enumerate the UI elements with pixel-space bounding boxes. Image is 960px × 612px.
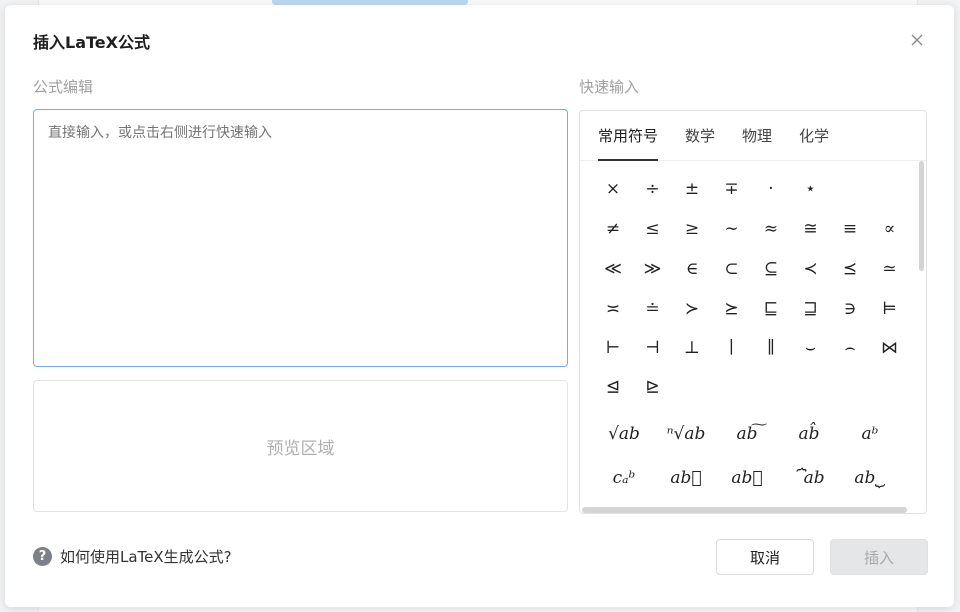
tab-common-symbols[interactable]: 常用符号 <box>598 125 659 161</box>
help-text: 如何使用LaTeX生成公式? <box>60 548 232 566</box>
symbol-tabs: 常用符号 数学 物理 化学 <box>580 111 926 161</box>
template-button[interactable]: ab̂ <box>781 416 837 452</box>
symbol-button[interactable]: ≫ <box>635 254 671 284</box>
symbol-button[interactable]: ± <box>674 174 710 204</box>
editor-label: 公式编辑 <box>33 78 94 96</box>
dialog-title: 插入LaTeX公式 <box>33 33 150 52</box>
symbol-button[interactable]: ⊵ <box>635 372 671 402</box>
tab-physics[interactable]: 物理 <box>742 125 772 161</box>
symbol-button[interactable]: ≥ <box>674 214 710 244</box>
symbol-button[interactable]: ≠ <box>595 214 631 244</box>
close-icon[interactable] <box>908 31 926 49</box>
latex-dialog: 插入LaTeX公式 公式编辑 预览区域 快速输入 常用符号 数学 物理 化学 ×… <box>5 5 954 607</box>
cancel-button[interactable]: 取消 <box>716 539 814 575</box>
symbol-button[interactable]: ÷ <box>635 174 671 204</box>
symbol-button[interactable]: ≐ <box>635 294 671 324</box>
symbol-button[interactable]: ⊆ <box>753 254 789 284</box>
symbol-button[interactable]: ≡ <box>832 214 868 244</box>
symbol-button[interactable]: ∝ <box>872 214 908 244</box>
template-button[interactable]: √ab <box>596 416 652 452</box>
template-button[interactable]: ab⃗ <box>719 460 775 496</box>
template-button[interactable]: ab⃖ <box>658 460 714 496</box>
symbol-button[interactable]: ≪ <box>595 254 631 284</box>
help-link[interactable]: ? 如何使用LaTeX生成公式? <box>33 546 232 567</box>
symbol-button[interactable]: × <box>595 174 631 204</box>
symbol-button[interactable]: ≤ <box>635 214 671 244</box>
symbol-button[interactable]: ∈ <box>674 254 710 284</box>
symbol-button[interactable]: ⊢ <box>595 333 631 363</box>
symbol-button[interactable]: ⊴ <box>595 372 631 402</box>
question-icon: ? <box>33 547 52 566</box>
symbol-button[interactable]: ⋆ <box>793 174 829 204</box>
symbol-button[interactable]: · <box>753 174 789 204</box>
quick-input-panel: 常用符号 数学 物理 化学 × ÷ ± ∓ · ⋆ ≠ ≤ ≥ ∼ ≈ ≅ ≡ ∝ ≪ ≫ ∈ ⊂ ⊆ ≺ ⪯ ≃ ≍ ≐ ≻ ⪰… <box>579 110 927 514</box>
template-button[interactable]: cₐᵇ <box>596 460 652 496</box>
symbol-button[interactable]: ⪯ <box>832 254 868 284</box>
insert-button[interactable]: 插入 <box>830 539 928 575</box>
symbol-button[interactable]: ∥ <box>753 333 789 363</box>
formula-editor-input[interactable] <box>33 109 568 367</box>
symbol-button[interactable]: ∋ <box>832 294 868 324</box>
symbol-button[interactable]: ⪰ <box>714 294 750 324</box>
symbol-button[interactable]: ≺ <box>793 254 829 284</box>
template-button[interactable]: ab͠ <box>719 416 775 452</box>
symbol-button[interactable]: ⋈ <box>872 333 908 363</box>
symbol-button[interactable]: ⊣ <box>635 333 671 363</box>
symbol-button[interactable]: ⊑ <box>753 294 789 324</box>
symbol-button[interactable]: ≃ <box>872 254 908 284</box>
template-button[interactable]: ab⏟ <box>842 460 898 496</box>
template-button[interactable]: aᵇ <box>842 416 898 452</box>
quick-input-label: 快速输入 <box>579 78 640 96</box>
tab-chemistry[interactable]: 化学 <box>799 125 829 161</box>
symbol-button[interactable]: ≻ <box>674 294 710 324</box>
symbol-button[interactable]: ≈ <box>753 214 789 244</box>
symbol-button[interactable]: ⊥ <box>674 333 710 363</box>
vertical-scrollbar[interactable] <box>919 161 924 271</box>
tab-math[interactable]: 数学 <box>685 125 715 161</box>
symbol-button[interactable]: ⊂ <box>714 254 750 284</box>
symbol-button[interactable]: ∓ <box>714 174 750 204</box>
symbol-button[interactable]: ≅ <box>793 214 829 244</box>
symbol-button[interactable]: ∣ <box>714 333 750 363</box>
horizontal-scrollbar[interactable] <box>582 507 907 513</box>
symbol-button[interactable]: ≍ <box>595 294 631 324</box>
symbol-button[interactable]: ⌢ <box>832 333 868 363</box>
template-button[interactable]: ⁿ√ab <box>658 416 714 452</box>
symbol-button[interactable]: ⊒ <box>793 294 829 324</box>
symbol-button[interactable]: ⌣ <box>793 333 829 363</box>
symbol-button[interactable]: ⊨ <box>872 294 908 324</box>
symbol-button[interactable]: ∼ <box>714 214 750 244</box>
preview-placeholder: 预览区域 <box>266 438 335 459</box>
template-button[interactable]: ⏞ab <box>781 460 837 496</box>
preview-area: 预览区域 <box>33 380 568 512</box>
